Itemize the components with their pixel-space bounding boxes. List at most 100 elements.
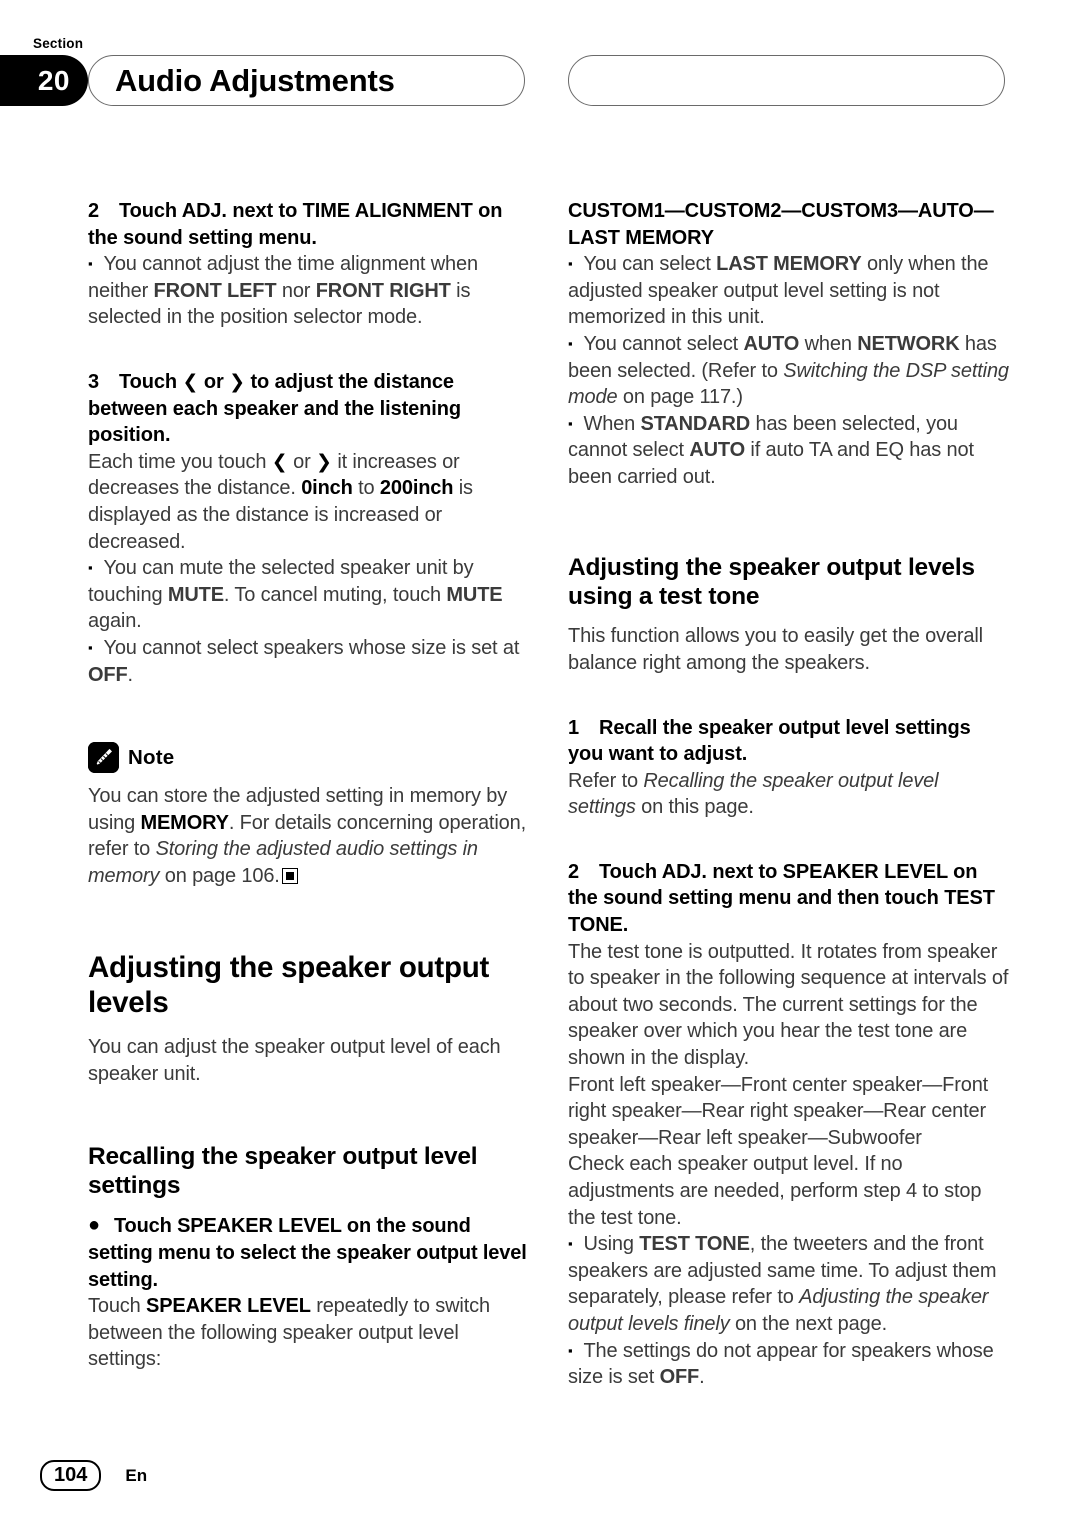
pencil-icon bbox=[88, 742, 119, 774]
note-bold-test-tone: TEST TONE bbox=[639, 1233, 750, 1256]
note-text-c: on the next page. bbox=[729, 1312, 887, 1335]
note-bold-front-left: FRONT LEFT bbox=[153, 279, 277, 302]
left-column: 2 Touch ADJ. next to TIME ALIGNMENT on th… bbox=[88, 198, 531, 1373]
step-1-right: 1 Recall the speaker output level setting… bbox=[568, 715, 1011, 768]
note-text-b: when bbox=[799, 332, 858, 355]
step-1-body: Refer to Recalling the speaker output le… bbox=[568, 768, 1011, 821]
body-text-a: Refer to bbox=[568, 769, 644, 792]
square-bullet-icon: ▪ bbox=[88, 560, 93, 576]
page-title-pill: Audio Adjustments bbox=[88, 55, 525, 106]
note-text-b: . To cancel muting, touch bbox=[223, 583, 447, 606]
section-label: Section bbox=[33, 36, 84, 51]
note-bold-auto: AUTO bbox=[689, 439, 746, 462]
step-number: 1 bbox=[568, 716, 580, 739]
note-text-a: Using bbox=[583, 1233, 640, 1256]
note-text-b: nor bbox=[276, 279, 316, 302]
language-code: En bbox=[125, 1465, 148, 1485]
body-bold-200inch: 200inch bbox=[379, 477, 454, 500]
square-bullet-icon: ▪ bbox=[88, 256, 93, 272]
note-bold-standard: STANDARD bbox=[640, 412, 751, 435]
step-text-a: Touch bbox=[119, 370, 183, 393]
note-label: Note bbox=[128, 745, 175, 769]
step-text-b: or bbox=[198, 370, 230, 393]
note-bold-front-right: FRONT RIGHT bbox=[315, 279, 451, 302]
note-text-b: . bbox=[127, 663, 134, 686]
speaker-rotation-sequence: Front left speaker—Front center speaker—… bbox=[568, 1073, 989, 1149]
step-2-right: 2 Touch ADJ. next to SPEAKER LEVEL on the… bbox=[568, 859, 1011, 939]
note-bold-last-memory: LAST MEMORY bbox=[716, 253, 862, 276]
note-item-time-alignment: ▪ You cannot adjust the time alignment wh… bbox=[88, 251, 531, 331]
step-number: 2 bbox=[568, 860, 580, 883]
chevron-left-icon: ❮ bbox=[271, 450, 288, 473]
test-tone-intro: This function allows you to easily get t… bbox=[568, 625, 983, 674]
step-3-left: 3 Touch ❮ or ❯ to adjust the distance bet… bbox=[88, 369, 531, 449]
note-item-speaker-size-off: ▪ You cannot select speakers whose size i… bbox=[88, 635, 531, 688]
note-text-c: again. bbox=[88, 610, 142, 633]
square-bullet-icon: ▪ bbox=[88, 639, 93, 655]
end-of-note-icon bbox=[281, 867, 298, 884]
note-item-auto-network: ▪ You cannot select AUTO when NETWORK has… bbox=[568, 331, 1011, 411]
note-text-b: . bbox=[699, 1366, 705, 1389]
note-text-d: on page 117.) bbox=[617, 386, 743, 409]
heading-adjusting-speaker-output-levels: Adjusting the speaker output levels bbox=[88, 951, 490, 1019]
step-2-left: 2 Touch ADJ. next to TIME ALIGNMENT on th… bbox=[88, 198, 531, 251]
manual-page: Section 20 Audio Adjustments 2 Touch ADJ.… bbox=[0, 0, 1080, 1529]
note-text-a: You cannot select bbox=[583, 332, 744, 355]
step-number: 3 bbox=[88, 370, 100, 393]
body-text-d: to bbox=[352, 477, 380, 500]
step-2-body-check: Check each speaker output level. If no a… bbox=[568, 1153, 982, 1229]
body-bold-speaker-level: SPEAKER LEVEL bbox=[146, 1295, 311, 1318]
note-item-last-memory: ▪ You can select LAST MEMORY only when th… bbox=[568, 251, 1011, 331]
body-text-a: Each time you touch bbox=[88, 450, 272, 473]
note-bold-network: NETWORK bbox=[857, 332, 960, 355]
step-3-body: Each time you touch ❮ or ❯ it increases … bbox=[88, 449, 531, 555]
chevron-right-icon: ❯ bbox=[316, 450, 332, 473]
note-bold-off: OFF bbox=[88, 663, 128, 686]
note-bold-memory: MEMORY bbox=[140, 811, 229, 834]
adjusting-intro: You can adjust the speaker output level … bbox=[88, 1036, 501, 1086]
page-header: Section 20 Audio Adjustments bbox=[0, 36, 1080, 126]
note-item-test-tone-tweeters: ▪ Using TEST TONE, the tweeters and the f… bbox=[568, 1231, 1011, 1337]
page-number: 104 bbox=[40, 1460, 102, 1491]
square-bullet-icon: ▪ bbox=[568, 415, 573, 431]
body-text-a: Touch bbox=[88, 1295, 147, 1318]
chevron-right-icon: ❯ bbox=[229, 370, 246, 393]
recalling-body: Touch SPEAKER LEVEL repeatedly to switch… bbox=[88, 1293, 531, 1373]
section-number-tab: 20 bbox=[0, 55, 88, 106]
note-bold-mute-2: MUTE bbox=[446, 583, 503, 606]
step-text: Recall the speaker output level settings… bbox=[568, 716, 971, 766]
note-text-a: The settings do not appear for speakers … bbox=[568, 1339, 994, 1389]
note-bold-auto: AUTO bbox=[743, 332, 800, 355]
page-footer: 104 En bbox=[40, 1460, 147, 1491]
note-text-a: You can select bbox=[583, 253, 717, 276]
note-item-standard-auto: ▪ When STANDARD has been selected, you ca… bbox=[568, 411, 1011, 491]
chevron-left-icon: ❮ bbox=[182, 370, 199, 393]
note-text-a: When bbox=[583, 412, 641, 435]
step-number: 2 bbox=[88, 200, 100, 222]
square-bullet-icon: ▪ bbox=[568, 335, 573, 351]
note-heading: Note bbox=[88, 742, 531, 774]
body-bold-0inch: 0inch bbox=[301, 477, 353, 500]
heading-test-tone: Adjusting the speaker output levels usin… bbox=[568, 553, 975, 610]
circle-bullet-icon: ● bbox=[88, 1214, 100, 1237]
note-text-c: on page 106. bbox=[159, 864, 280, 887]
note-item-settings-off: ▪ The settings do not appear for speakers… bbox=[568, 1338, 1011, 1391]
note-text-a: You cannot select speakers whose size is… bbox=[103, 636, 520, 659]
step-text: Touch ADJ. next to TIME ALIGNMENT on the… bbox=[88, 200, 503, 249]
right-column: CUSTOM1—CUSTOM2—CUSTOM3—AUTO—LAST MEMORY… bbox=[568, 198, 1011, 1391]
note-bold-off: OFF bbox=[659, 1366, 700, 1389]
heading-recalling-speaker-output-level-settings: Recalling the speaker output level setti… bbox=[88, 1142, 478, 1200]
section-number: 20 bbox=[37, 64, 70, 96]
note-bold-mute-1: MUTE bbox=[167, 583, 224, 606]
square-bullet-icon: ▪ bbox=[568, 256, 573, 272]
note-body-memory: You can store the adjusted setting in me… bbox=[88, 783, 531, 889]
square-bullet-icon: ▪ bbox=[568, 1236, 573, 1252]
settings-sequence: CUSTOM1—CUSTOM2—CUSTOM3—AUTO—LAST MEMORY bbox=[568, 200, 994, 249]
page-title: Audio Adjustments bbox=[115, 63, 395, 98]
